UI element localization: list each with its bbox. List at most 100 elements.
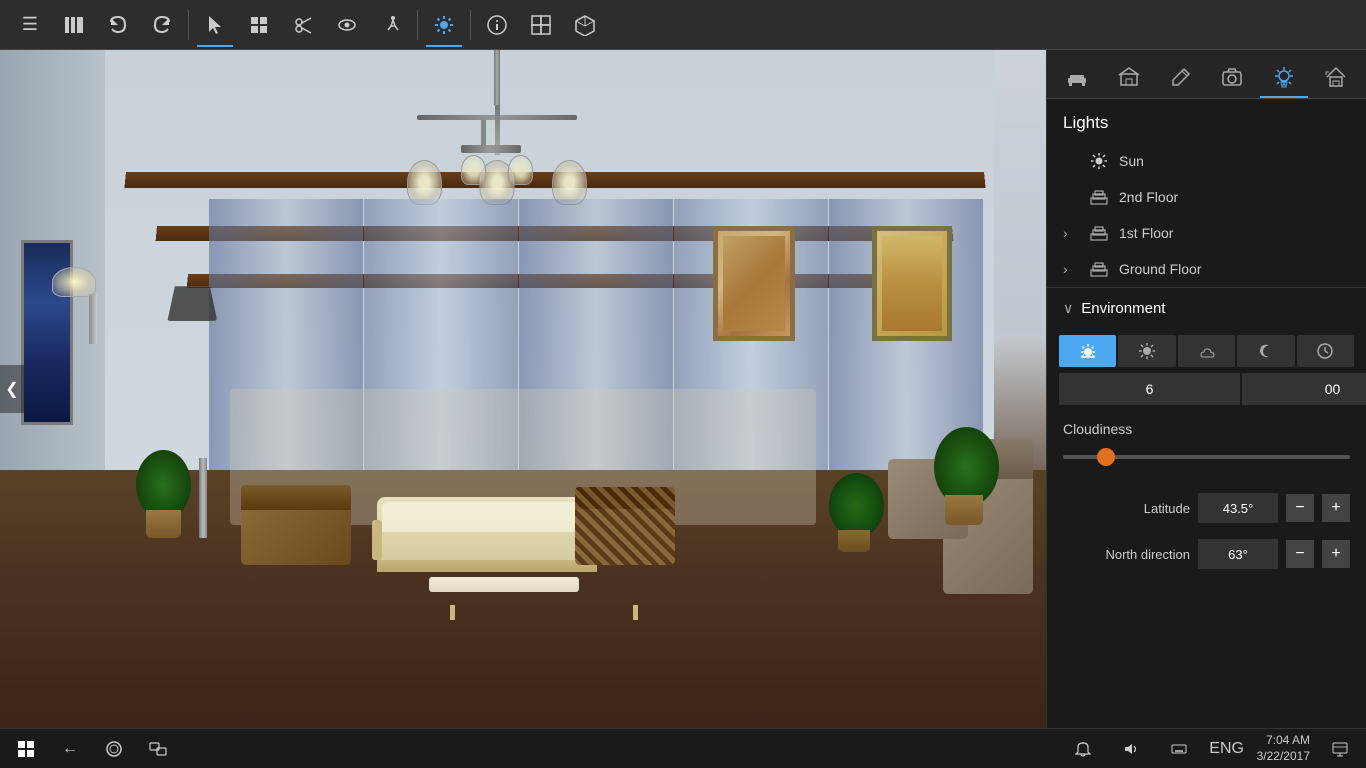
latitude-input[interactable] bbox=[1198, 493, 1278, 523]
notifications-taskbar-icon[interactable] bbox=[1065, 731, 1101, 767]
time-mode-sunrise[interactable] bbox=[1059, 335, 1116, 367]
sofa bbox=[377, 497, 597, 572]
chandelier-bulb-5 bbox=[508, 155, 533, 185]
cloudiness-slider[interactable] bbox=[1063, 447, 1350, 467]
scene bbox=[0, 50, 1046, 728]
taskbar-task-view-button[interactable] bbox=[140, 731, 176, 767]
north-decrease-button[interactable]: − bbox=[1286, 540, 1314, 568]
sofa-arm-l bbox=[372, 520, 382, 560]
floor-ground-icon bbox=[1089, 259, 1109, 279]
separator1 bbox=[188, 10, 189, 40]
left-arrow-icon: ❮ bbox=[5, 379, 18, 399]
north-direction-label: North direction bbox=[1063, 547, 1190, 562]
time-mode-moon[interactable] bbox=[1237, 335, 1294, 367]
1st-floor-expand[interactable]: › bbox=[1063, 225, 1079, 241]
tab-house[interactable] bbox=[1310, 56, 1362, 98]
info-icon[interactable] bbox=[475, 3, 519, 47]
dining-area bbox=[786, 440, 1046, 660]
light-item-ground-floor[interactable]: › Ground Floor bbox=[1047, 251, 1366, 287]
library-icon[interactable] bbox=[52, 3, 96, 47]
walk-icon[interactable] bbox=[369, 3, 413, 47]
start-button[interactable] bbox=[8, 731, 44, 767]
scissors-icon[interactable] bbox=[281, 3, 325, 47]
chandelier-rod2 bbox=[481, 120, 486, 145]
latitude-decrease-button[interactable]: − bbox=[1286, 494, 1314, 522]
taskbar: ← bbox=[0, 728, 1366, 768]
sofa-back bbox=[382, 502, 592, 532]
action-center-icon[interactable] bbox=[1322, 731, 1358, 767]
main-area: ❮ bbox=[0, 50, 1366, 728]
latitude-label: Latitude bbox=[1063, 501, 1190, 516]
lights-header: Lights bbox=[1047, 99, 1366, 143]
time-mode-sunny[interactable] bbox=[1118, 335, 1175, 367]
environment-chevron-icon: ∨ bbox=[1063, 300, 1073, 317]
light-item-2nd-floor[interactable]: › 2nd Floor bbox=[1047, 179, 1366, 215]
tab-lights[interactable] bbox=[1258, 56, 1310, 98]
north-direction-input[interactable] bbox=[1198, 539, 1278, 569]
light-item-sun[interactable]: › Sun bbox=[1047, 143, 1366, 179]
time-hour-input[interactable] bbox=[1059, 373, 1240, 405]
select-icon[interactable] bbox=[193, 3, 237, 47]
cube-icon[interactable] bbox=[563, 3, 607, 47]
north-direction-row: North direction − + bbox=[1047, 531, 1366, 577]
sun-icon bbox=[1089, 151, 1109, 171]
time-minute-input[interactable] bbox=[1242, 373, 1366, 405]
cloudiness-section: Cloudiness bbox=[1047, 411, 1366, 485]
viewport-left-arrow[interactable]: ❮ bbox=[0, 365, 24, 413]
time-mode-clock[interactable] bbox=[1297, 335, 1354, 367]
chandelier-bulb-4 bbox=[461, 155, 486, 185]
north-increase-button[interactable]: + bbox=[1322, 540, 1350, 568]
latitude-row: Latitude − + bbox=[1047, 485, 1366, 531]
chandelier-body bbox=[397, 105, 597, 205]
sun-main-icon[interactable] bbox=[422, 3, 466, 47]
right-panel: Lights › Sun bbox=[1046, 50, 1366, 728]
separator3 bbox=[470, 10, 471, 40]
undo-icon[interactable] bbox=[96, 3, 140, 47]
slider-thumb[interactable] bbox=[1097, 448, 1115, 466]
tab-paint[interactable] bbox=[1155, 56, 1207, 98]
floor-2nd-icon bbox=[1089, 187, 1109, 207]
coffee-table-top bbox=[429, 577, 579, 592]
floor-1st-icon bbox=[1089, 223, 1109, 243]
taskbar-cortana-button[interactable] bbox=[96, 731, 132, 767]
plant-right-pot bbox=[945, 495, 983, 525]
date-display: 3/22/2017 bbox=[1257, 749, 1310, 765]
taskbar-right: ENG 7:04 AM 3/22/2017 bbox=[1065, 731, 1358, 767]
time-display: 7:04 AM bbox=[1257, 733, 1310, 749]
light-item-ground-floor-label: Ground Floor bbox=[1119, 261, 1201, 277]
viewport[interactable]: ❮ bbox=[0, 50, 1046, 728]
plant-ground-pot bbox=[838, 530, 870, 552]
light-item-sun-label: Sun bbox=[1119, 153, 1144, 169]
painting-right-2 bbox=[872, 226, 952, 341]
coffee-table-leg-r bbox=[633, 605, 638, 620]
wall-lamp-arm bbox=[89, 294, 97, 344]
time-inputs: AM bbox=[1059, 373, 1354, 405]
armchair-back bbox=[241, 485, 351, 510]
menu-icon[interactable]: ☰ bbox=[8, 3, 52, 47]
objects-icon[interactable] bbox=[237, 3, 281, 47]
chandelier-rod bbox=[494, 50, 500, 105]
floor-lamp-pole bbox=[199, 458, 207, 538]
keyboard-taskbar-icon[interactable] bbox=[1161, 731, 1197, 767]
light-item-2nd-floor-label: 2nd Floor bbox=[1119, 189, 1178, 205]
environment-title: Environment bbox=[1081, 300, 1165, 317]
chandelier-arm2 bbox=[461, 145, 521, 153]
tab-camera[interactable] bbox=[1206, 56, 1258, 98]
tab-furniture[interactable] bbox=[1051, 56, 1103, 98]
volume-taskbar-icon[interactable] bbox=[1113, 731, 1149, 767]
ground-floor-expand[interactable]: › bbox=[1063, 261, 1079, 277]
environment-header[interactable]: ∨ Environment bbox=[1047, 288, 1366, 329]
chandelier bbox=[397, 50, 597, 205]
eye-icon[interactable] bbox=[325, 3, 369, 47]
view2d-icon[interactable] bbox=[519, 3, 563, 47]
input-taskbar-icon[interactable]: ENG bbox=[1209, 731, 1245, 767]
separator2 bbox=[417, 10, 418, 40]
latitude-increase-button[interactable]: + bbox=[1322, 494, 1350, 522]
light-item-1st-floor[interactable]: › 1st Floor bbox=[1047, 215, 1366, 251]
tab-room[interactable] bbox=[1103, 56, 1155, 98]
redo-icon[interactable] bbox=[140, 3, 184, 47]
plant-container bbox=[136, 450, 191, 538]
top-toolbar: ☰ bbox=[0, 0, 1366, 50]
taskbar-back-button[interactable]: ← bbox=[52, 731, 88, 767]
time-mode-cloudy[interactable] bbox=[1178, 335, 1235, 367]
